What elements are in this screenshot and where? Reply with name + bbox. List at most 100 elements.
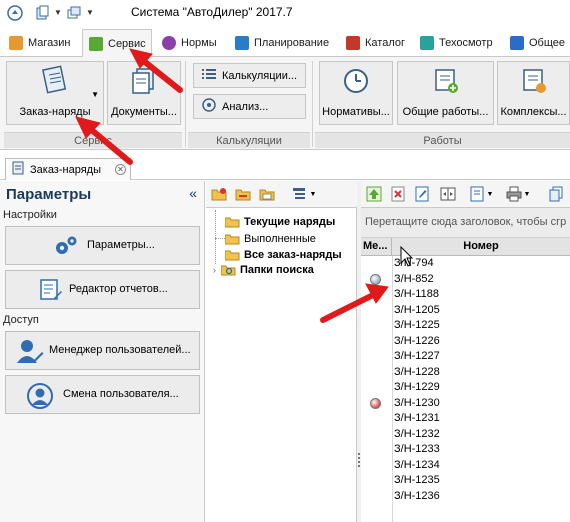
table-row[interactable]: З/Н-1225	[361, 318, 570, 333]
section-settings: Настройки	[3, 209, 57, 221]
new-folder-icon[interactable]	[210, 185, 228, 203]
button-label: Документы...	[111, 106, 177, 118]
column-header-mark[interactable]: Ме...	[361, 238, 392, 256]
complexes-icon	[520, 67, 548, 98]
view-options-icon[interactable]: ▼	[288, 185, 320, 203]
tab-label: Магазин	[28, 37, 71, 49]
chevron-down-icon[interactable]: ▼	[487, 191, 494, 198]
tree-item-label: Все заказ-наряды	[244, 248, 342, 261]
copy-icon[interactable]	[547, 185, 565, 203]
report-icon	[39, 279, 63, 304]
tab-inspection[interactable]: Техосмотр	[414, 29, 502, 57]
tab-label: Техосмотр	[439, 37, 493, 49]
folder-tree: Текущие наряды Выполненные Все заказ-нар…	[206, 208, 357, 522]
table-row[interactable]: З/Н-1229	[361, 380, 570, 395]
table-row[interactable]: З/Н-794	[361, 256, 570, 271]
ribbon-separator	[185, 61, 186, 147]
chevron-down-icon[interactable]: ▼	[524, 191, 531, 198]
tab-catalog[interactable]: Каталог	[340, 29, 412, 57]
table-row[interactable]: З/Н-852	[361, 272, 570, 287]
tab-planning[interactable]: Планирование	[229, 29, 337, 57]
table-row[interactable]: З/Н-1228	[361, 365, 570, 380]
report-editor-button[interactable]: Редактор отчетов...	[5, 270, 200, 309]
filter-icon[interactable]: ▼	[467, 185, 495, 203]
order-number: З/Н-1235	[394, 474, 440, 486]
tab-label: Планирование	[254, 37, 330, 49]
calculations-button[interactable]: Калькуляции...	[193, 63, 306, 88]
button-label: Редактор отчетов...	[69, 283, 168, 295]
title-bar: ▼ ▼ Система "АвтоДилер" 2017.7	[0, 0, 570, 27]
order-number: З/Н-1231	[394, 412, 440, 424]
table-row[interactable]: З/Н-1205	[361, 303, 570, 318]
ribbon-tabs: Магазин Сервис Нормы Планирование Катало…	[0, 29, 570, 58]
tab-general[interactable]: Общее	[504, 29, 570, 57]
tree-item-completed[interactable]: Выполненные	[224, 231, 316, 246]
app-menu-icon[interactable]	[6, 5, 23, 21]
section-access: Доступ	[3, 314, 39, 326]
window-title: Система "АвтоДилер" 2017.7	[131, 5, 293, 19]
column-header-number[interactable]: Номер	[392, 238, 570, 256]
user-switch-icon	[26, 382, 54, 413]
order-number: З/Н-1188	[394, 288, 439, 300]
windows-icon[interactable]	[65, 5, 82, 21]
table-row[interactable]: З/Н-1188	[361, 287, 570, 302]
chevron-down-icon[interactable]: ▼	[86, 8, 94, 17]
tab-work-orders[interactable]: Заказ-наряды ✕	[5, 158, 131, 180]
table-row[interactable]: З/Н-1235	[361, 473, 570, 488]
clipboard-icon[interactable]	[33, 5, 50, 21]
grid-header: Ме... Номер	[361, 238, 570, 256]
edit-icon[interactable]	[413, 185, 431, 203]
document-tabs: Заказ-наряды ✕	[0, 150, 570, 180]
expand-icon[interactable]: ›	[213, 265, 216, 275]
tree-item-all[interactable]: Все заказ-наряды	[224, 247, 342, 262]
chevron-down-icon[interactable]: ▼	[310, 191, 317, 198]
button-label: Заказ-наряды	[19, 106, 91, 118]
add-icon[interactable]	[365, 185, 383, 203]
table-row[interactable]: З/Н-1234	[361, 458, 570, 473]
delete-folder-icon[interactable]	[234, 185, 252, 203]
complexes-button[interactable]: Комплексы...	[497, 61, 570, 125]
change-user-button[interactable]: Смена пользователя...	[5, 375, 200, 414]
table-row[interactable]: З/Н-1230	[361, 396, 570, 411]
work-orders-button[interactable]: Заказ-наряды ▼	[6, 61, 104, 125]
delete-icon[interactable]	[389, 185, 407, 203]
table-row[interactable]: З/Н-1233	[361, 442, 570, 457]
user-manager-button[interactable]: Менеджер пользователей...	[5, 331, 200, 370]
parameters-button[interactable]: Параметры...	[5, 226, 200, 265]
tree-item-search-folders[interactable]: › Папки поиска	[213, 262, 314, 277]
calendar-icon	[235, 36, 249, 50]
chevron-down-icon[interactable]: ▼	[54, 8, 62, 17]
gear-icon	[346, 36, 360, 50]
tab-service[interactable]: Сервис	[82, 29, 152, 58]
folder-icon	[224, 233, 240, 245]
close-icon[interactable]: ✕	[115, 164, 126, 175]
ribbon-group-calculations: Калькуляции	[188, 132, 310, 148]
button-label: Анализ...	[222, 100, 269, 113]
tree-item-current[interactable]: Текущие наряды	[224, 214, 335, 229]
print-icon[interactable]: ▼	[503, 185, 533, 203]
analysis-button[interactable]: Анализ...	[193, 94, 306, 119]
normatives-button[interactable]: Нормативы...	[319, 61, 393, 125]
tab-magazin[interactable]: Магазин	[3, 29, 79, 57]
group-by-area[interactable]: Перетащите сюда заголовок, чтобы сгр	[361, 208, 570, 238]
document-icon	[11, 161, 25, 178]
table-row[interactable]: З/Н-1226	[361, 334, 570, 349]
panel-title: Параметры	[6, 186, 92, 203]
table-row[interactable]: З/Н-1227	[361, 349, 570, 364]
documents-button[interactable]: Документы...	[107, 61, 181, 125]
table-row[interactable]: З/Н-1236	[361, 489, 570, 504]
tab-label: Общее	[529, 37, 566, 49]
tab-normy[interactable]: Нормы	[156, 29, 226, 57]
collapse-icon[interactable]: «	[189, 185, 197, 201]
button-label: Комплексы...	[500, 106, 567, 118]
folder-properties-icon[interactable]	[258, 185, 276, 203]
table-row[interactable]: З/Н-1232	[361, 427, 570, 442]
button-label: Нормативы...	[322, 106, 390, 118]
tab-label: Нормы	[181, 37, 217, 49]
chevron-down-icon[interactable]: ▼	[91, 90, 99, 99]
common-works-button[interactable]: Общие работы...	[397, 61, 494, 125]
button-label: Менеджер пользователей...	[49, 344, 191, 356]
table-row[interactable]: З/Н-1231	[361, 411, 570, 426]
button-label: Общие работы...	[402, 106, 489, 118]
columns-icon[interactable]	[439, 185, 457, 203]
